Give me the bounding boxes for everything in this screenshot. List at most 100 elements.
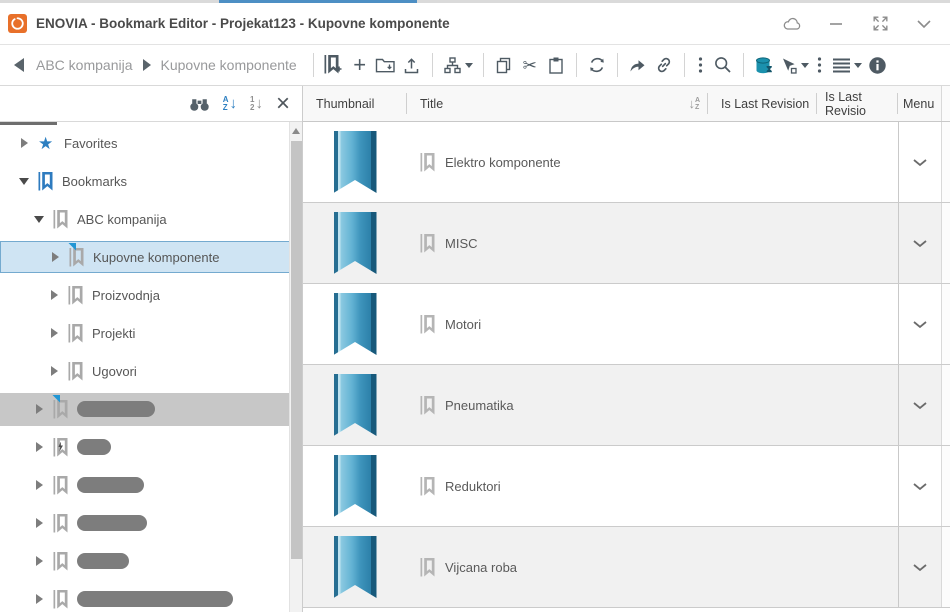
scrollbar-thumb[interactable] (291, 141, 302, 559)
table-row[interactable]: MISC (303, 203, 950, 284)
cloud-icon[interactable] (782, 14, 802, 34)
tree-item-bookmarks[interactable]: Bookmarks (0, 162, 290, 200)
tree-item-redacted[interactable] (0, 428, 290, 466)
column-header-is-last-revision[interactable]: Is Last Revision (708, 86, 817, 121)
redacted-label (77, 477, 144, 493)
bookmark-icon (420, 558, 435, 577)
collapse-arrow-icon[interactable] (18, 178, 30, 185)
cut-button[interactable]: ✂ (517, 52, 543, 78)
breadcrumb-parent[interactable]: ABC kompanija (36, 57, 133, 73)
add-button[interactable]: + (347, 52, 373, 78)
view-options-button[interactable] (829, 52, 865, 78)
share-button[interactable] (625, 52, 651, 78)
grid-scrollbar[interactable] (941, 284, 950, 364)
tree-item-favorites[interactable]: ★ Favorites (0, 124, 290, 162)
table-row[interactable]: Pneumatika (303, 365, 950, 446)
expand-arrow-icon[interactable] (33, 404, 45, 414)
column-header-thumbnail[interactable]: Thumbnail (303, 86, 407, 121)
grid-scrollbar[interactable] (941, 122, 950, 202)
breadcrumb-back-icon[interactable] (14, 58, 24, 72)
scroll-up-icon[interactable] (292, 128, 300, 134)
tree-item-projekti[interactable]: Projekti (0, 314, 290, 352)
row-menu-button[interactable] (898, 527, 941, 607)
tree-item-label: Projekti (92, 326, 135, 341)
is-last-revision-cell (708, 203, 817, 283)
tree-item-label: Kupovne komponente (93, 250, 219, 265)
toolbar-divider (432, 53, 433, 77)
expand-arrow-icon[interactable] (33, 594, 45, 604)
more-options-button[interactable] (692, 52, 710, 78)
expand-arrow-icon[interactable] (48, 328, 60, 338)
row-menu-button[interactable] (898, 446, 941, 526)
upload-icon[interactable] (399, 52, 425, 78)
column-label: Menu (903, 97, 934, 111)
collapse-arrow-icon[interactable] (33, 216, 45, 223)
tree-item-proizvodnja[interactable]: Proizvodnja (0, 276, 290, 314)
grid-scrollbar[interactable] (941, 527, 950, 607)
thumbnail-cell (303, 365, 407, 445)
info-button[interactable] (865, 52, 891, 78)
expand-arrow-icon[interactable] (33, 442, 45, 452)
refresh-button[interactable] (584, 52, 610, 78)
expand-arrow-icon[interactable] (48, 366, 60, 376)
grid-header: Thumbnail Title ↓AZ Is Last Revision Is … (303, 86, 950, 122)
row-menu-button[interactable] (898, 284, 941, 364)
grid-scrollbar[interactable] (941, 203, 950, 283)
collapse-chevron-icon[interactable] (914, 14, 934, 34)
bookmark-icon (53, 590, 68, 609)
breadcrumb-current[interactable]: Kupovne komponente (161, 57, 297, 73)
expand-arrow-icon[interactable] (18, 138, 30, 148)
expand-arrow-icon[interactable] (33, 556, 45, 566)
tree-scrollbar[interactable] (289, 122, 302, 612)
tree-item-kupovne-komponente[interactable]: Kupovne komponente (0, 241, 290, 273)
table-row[interactable]: Reduktori (303, 446, 950, 527)
find-icon[interactable] (189, 95, 210, 113)
bookmark-icon (69, 248, 84, 267)
minimize-icon[interactable] (826, 14, 846, 34)
grid-scrollbar[interactable] (941, 365, 950, 445)
sort-ascending-icon[interactable]: ↓AZ (688, 96, 700, 111)
tree-item-redacted[interactable] (0, 393, 290, 426)
grid-scrollbar[interactable] (941, 446, 950, 526)
selection-mode-button[interactable] (777, 52, 811, 78)
tree-item-redacted[interactable] (0, 466, 290, 504)
column-header-title[interactable]: Title ↓AZ (407, 86, 708, 121)
expand-structure-button[interactable] (440, 52, 476, 78)
title-cell: Elektro komponente (407, 122, 708, 202)
tree-item-abc-kompanija[interactable]: ABC kompanija (0, 200, 290, 238)
table-row[interactable]: Motori (303, 284, 950, 365)
column-header-menu[interactable]: Menu (898, 86, 941, 121)
fullscreen-icon[interactable] (870, 14, 890, 34)
sort-alphabetical-icon[interactable]: AZ↓ (223, 96, 237, 112)
database-status-icon[interactable] (751, 52, 777, 78)
title-cell: Pneumatika (407, 365, 708, 445)
link-button[interactable] (651, 52, 677, 78)
is-last-revision-cell-2 (817, 365, 898, 445)
tree-item-redacted[interactable] (0, 504, 290, 542)
tree-item-ugovori[interactable]: Ugovori (0, 352, 290, 390)
row-menu-button[interactable] (898, 365, 941, 445)
column-header-is-last-revision-2[interactable]: Is Last Revisio (817, 86, 898, 121)
expand-arrow-icon[interactable] (33, 518, 45, 528)
add-bookmark-button[interactable] (321, 52, 347, 78)
thumbnail-cell (303, 446, 407, 526)
expand-arrow-icon[interactable] (48, 290, 60, 300)
table-row[interactable]: Elektro komponente (303, 122, 950, 203)
bookmark-thumbnail-icon (334, 131, 377, 193)
expand-arrow-icon[interactable] (49, 252, 61, 262)
copy-button[interactable] (491, 52, 517, 78)
tree-item-redacted[interactable] (0, 580, 290, 612)
row-menu-button[interactable] (898, 203, 941, 283)
close-panel-icon[interactable]: × (276, 94, 290, 114)
tree-item-redacted[interactable] (0, 542, 290, 580)
folder-import-icon[interactable] (373, 52, 399, 78)
table-row[interactable]: Vijcana roba (303, 527, 950, 608)
row-menu-button[interactable] (898, 122, 941, 202)
toolbar-divider (743, 53, 744, 77)
search-button[interactable] (710, 52, 736, 78)
paste-button[interactable] (543, 52, 569, 78)
expand-arrow-icon[interactable] (33, 480, 45, 490)
sort-numeric-icon[interactable]: 12↓ (250, 96, 263, 112)
more-options-button[interactable] (811, 52, 829, 78)
title-cell: Reduktori (407, 446, 708, 526)
